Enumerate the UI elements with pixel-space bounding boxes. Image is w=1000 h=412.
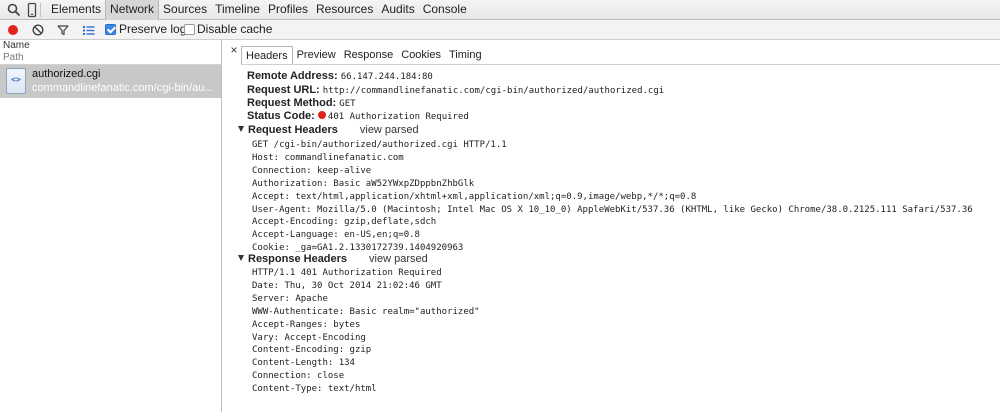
- view-parsed-link[interactable]: view parsed: [360, 124, 419, 136]
- device-icon[interactable]: [24, 2, 40, 18]
- general-key: Request URL:: [247, 84, 320, 96]
- search-icon[interactable]: [6, 2, 22, 18]
- remote-address-row: Remote Address: 66.147.244.184:80: [247, 70, 433, 84]
- general-key: Status Code:: [247, 110, 315, 122]
- detail-tab-preview[interactable]: Preview: [293, 46, 340, 65]
- header-line: GET /cgi-bin/authorized/authorized.cgi H…: [252, 140, 507, 150]
- detail-tab-response[interactable]: Response: [340, 46, 398, 65]
- tab-network[interactable]: Network: [105, 0, 160, 20]
- detail-tab-timing[interactable]: Timing: [445, 46, 486, 65]
- preserve-log-label[interactable]: Preserve log: [119, 22, 186, 37]
- request-details: × Headers Preview Response Cookies Timing Re…: [223, 40, 1000, 412]
- header-line: Connection: close: [252, 371, 345, 382]
- section-title: Request Headers: [248, 124, 338, 136]
- expand-triangle-icon[interactable]: [238, 255, 244, 261]
- record-icon[interactable]: [5, 22, 21, 38]
- name-path-column-header[interactable]: Name Path: [0, 40, 222, 65]
- toolbar-divider: [40, 3, 41, 17]
- request-list: Name Path <> authorized.cgi commandlinef…: [0, 40, 222, 412]
- header-line: Host: commandlinefanatic.com: [252, 152, 404, 163]
- general-key: Request Method:: [247, 97, 337, 109]
- tab-audits[interactable]: Audits: [377, 0, 418, 20]
- expand-triangle-icon[interactable]: [238, 126, 244, 132]
- request-row[interactable]: <> authorized.cgi commandlinefanatic.com…: [0, 65, 221, 98]
- tab-sources[interactable]: Sources: [159, 0, 211, 20]
- status-error-icon: [317, 111, 326, 119]
- preserve-log-checkbox[interactable]: [105, 24, 116, 35]
- tab-elements[interactable]: Elements: [47, 0, 105, 20]
- disable-cache-checkbox[interactable]: [184, 24, 195, 35]
- general-value: GET: [339, 99, 356, 109]
- name-column-label: Name: [3, 40, 30, 51]
- view-parsed-link[interactable]: view parsed: [369, 253, 428, 265]
- tab-timeline[interactable]: Timeline: [211, 0, 264, 20]
- header-line: Accept: text/html,application/xhtml+xml,…: [252, 191, 697, 202]
- html-file-icon: <>: [6, 68, 26, 94]
- header-line: Content-Encoding: gzip: [252, 345, 372, 356]
- filter-icon[interactable]: [55, 22, 71, 38]
- request-name: authorized.cgi: [32, 68, 101, 80]
- header-line: Authorization: Basic aW52YWxpZDppbnZhbGl…: [252, 178, 475, 189]
- tab-resources[interactable]: Resources: [312, 0, 377, 20]
- detail-tabs-underline: [241, 64, 1000, 65]
- detail-tab-headers[interactable]: Headers: [241, 46, 293, 65]
- disable-cache-label[interactable]: Disable cache: [197, 22, 272, 37]
- header-line: Connection: keep-alive: [252, 165, 372, 176]
- general-value: http://commandlinefanatic.com/cgi-bin/au…: [322, 86, 665, 96]
- tab-console[interactable]: Console: [419, 0, 471, 20]
- header-line: Content-Length: 134: [252, 358, 355, 369]
- header-line: HTTP/1.1 401 Authorization Required: [252, 268, 442, 278]
- panel-tabs: Elements Network Sources Timeline Profiles Re…: [47, 0, 471, 20]
- header-line: WWW-Authenticate: Basic realm="authorize…: [252, 306, 480, 317]
- response-headers-section[interactable]: Response Headers view parsed: [238, 253, 428, 266]
- detail-tab-cookies[interactable]: Cookies: [397, 46, 445, 65]
- header-line: Accept-Ranges: bytes: [252, 319, 361, 330]
- network-toolbar: Preserve log Disable cache: [0, 20, 1000, 40]
- path-column-label: Path: [3, 52, 24, 63]
- header-line: Content-Type: text/html: [252, 384, 377, 395]
- close-icon[interactable]: ×: [229, 43, 239, 57]
- request-path: commandlinefanatic.com/cgi-bin/au...: [32, 82, 214, 94]
- header-line: User-Agent: Mozilla/5.0 (Macintosh; Inte…: [252, 204, 973, 215]
- clear-icon[interactable]: [30, 22, 46, 38]
- general-value: 401 Authorization Required: [327, 112, 469, 122]
- header-line: Accept-Language: en-US,en;q=0.8: [252, 230, 420, 241]
- list-view-icon[interactable]: [81, 22, 97, 38]
- request-url-row: Request URL: http://commandlinefanatic.c…: [247, 84, 664, 98]
- header-line: Date: Thu, 30 Oct 2014 21:02:46 GMT: [252, 280, 442, 291]
- request-headers-section[interactable]: Request Headers view parsed: [238, 124, 419, 137]
- status-code-row: Status Code: 401 Authorization Required: [247, 110, 469, 124]
- detail-tabs: Headers Preview Response Cookies Timing: [241, 46, 486, 65]
- general-value: 66.147.244.184:80: [340, 72, 433, 82]
- header-line: Server: Apache: [252, 293, 328, 304]
- header-line: Vary: Accept-Encoding: [252, 332, 366, 343]
- devtools-panel-bar: Elements Network Sources Timeline Profiles Re…: [0, 0, 1000, 20]
- tab-profiles[interactable]: Profiles: [264, 0, 312, 20]
- request-method-row: Request Method: GET: [247, 97, 356, 111]
- general-key: Remote Address:: [247, 70, 338, 82]
- html-file-icon-glyph: <>: [11, 75, 21, 84]
- section-title: Response Headers: [248, 253, 348, 265]
- header-line: Accept-Encoding: gzip,deflate,sdch: [252, 217, 437, 228]
